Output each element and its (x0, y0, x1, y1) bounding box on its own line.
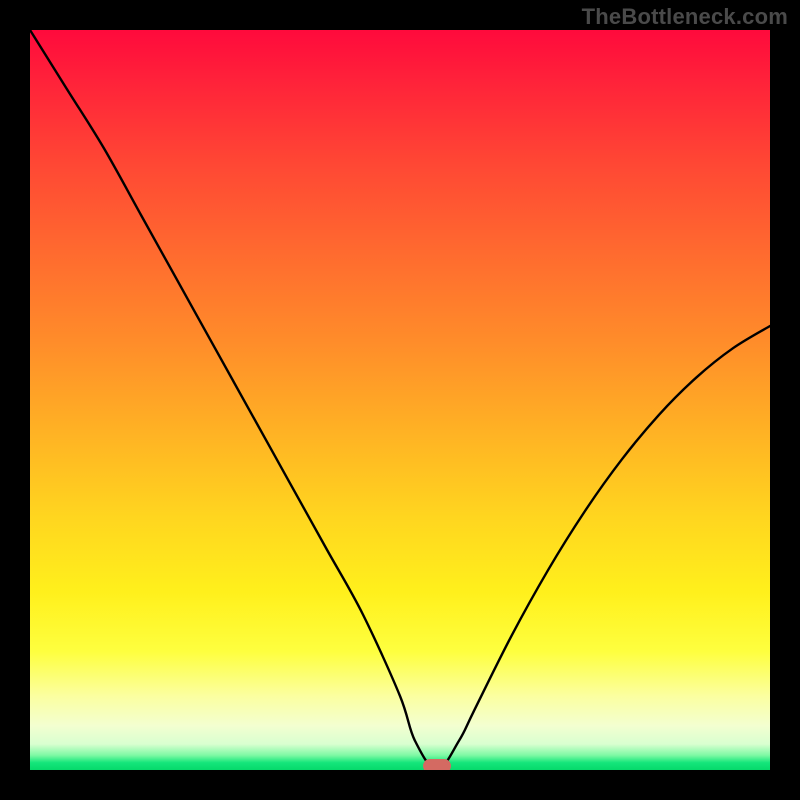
watermark-text: TheBottleneck.com (582, 4, 788, 30)
optimal-marker (423, 759, 451, 770)
plot-area (30, 30, 770, 770)
curve-layer (30, 30, 770, 770)
bottleneck-curve (30, 30, 770, 770)
chart-frame: TheBottleneck.com (0, 0, 800, 800)
